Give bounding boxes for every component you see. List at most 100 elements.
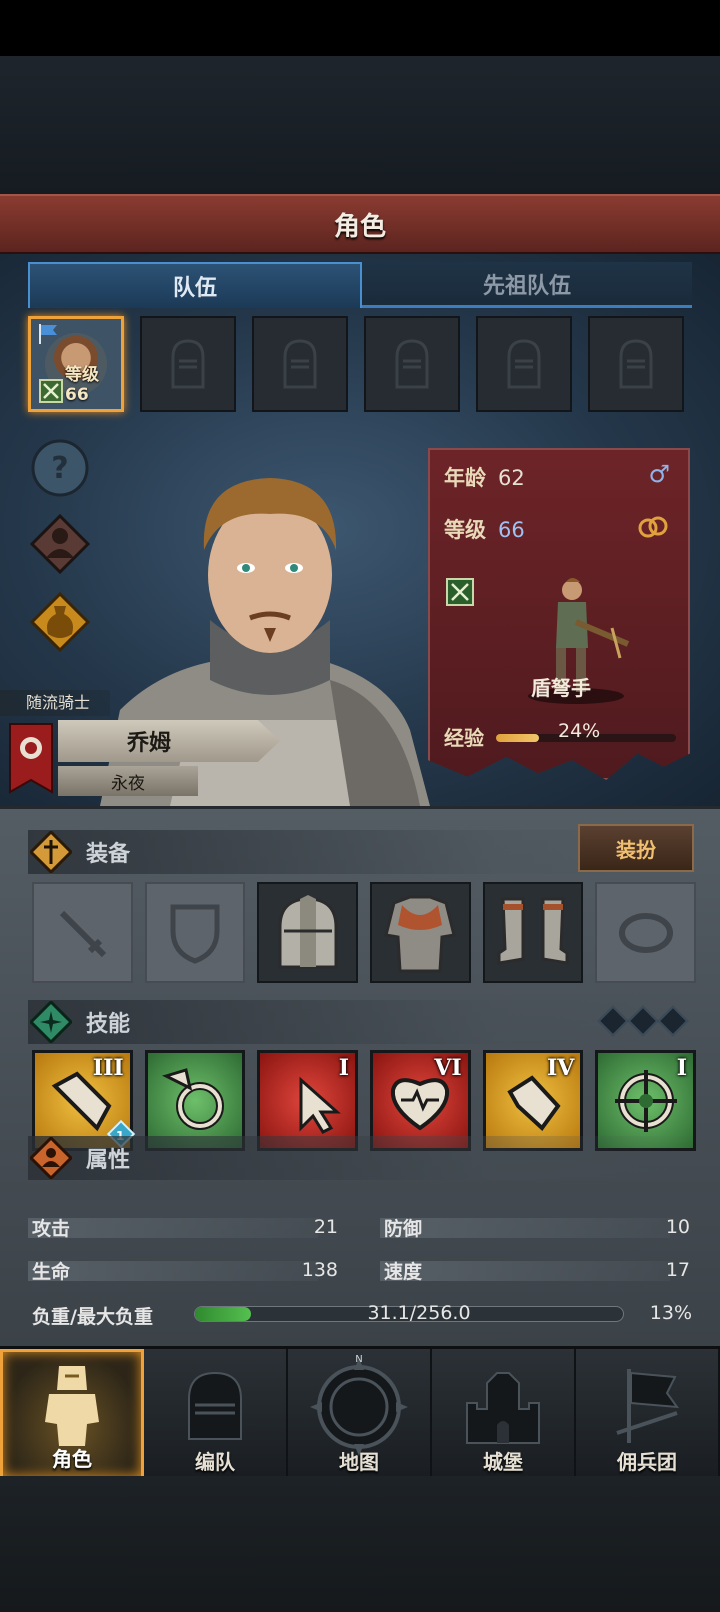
level-label: 等级 [444,518,486,542]
party-slot-4[interactable] [364,316,460,412]
armor-slot[interactable] [370,882,471,983]
hp-label: 生命 [32,1260,71,1283]
skill-rank: III [92,1055,124,1081]
helmet-slot[interactable] [257,882,359,983]
ring-slot[interactable] [595,882,697,983]
empty-slot-helmet-icon [507,339,541,389]
tab-party[interactable]: 队伍 [28,262,362,308]
party-slot-3[interactable] [252,316,348,412]
faction-plate: 永夜 [58,766,198,796]
empty-slot-helmet-icon [171,339,205,389]
nav-label: 佣兵团 [617,1450,677,1474]
nav-formation[interactable]: 编队 [144,1349,288,1479]
attack-row: 攻击 21 [28,1212,338,1242]
party-tabs: 队伍 先祖队伍 [28,262,692,308]
nav-character[interactable]: 角色 [0,1349,144,1479]
banner-icon [616,1369,680,1443]
speed-row-bg [380,1261,670,1281]
flag-icon [39,324,57,344]
skills-label: 技能 [86,1012,131,1037]
attributes-header: 属性 [28,1136,692,1180]
party-slot-1[interactable]: 等级66 [28,316,124,412]
nav-castle[interactable]: 城堡 [432,1349,576,1479]
skill-point-diamond [627,1005,659,1037]
faction-banner-icon [9,723,53,794]
skill-rank: I [338,1055,350,1081]
pointer-strike-icon [299,1076,341,1134]
helmet-icon [278,894,338,968]
empty-slot-helmet-icon [395,339,429,389]
target-icon [614,1069,677,1132]
speed-row: 速度 17 [380,1255,690,1285]
empty-slot-helmet-icon [619,339,653,389]
class-icon [446,578,474,606]
party-slot-2[interactable] [140,316,236,412]
bottom-nav: 角色 编队 N 地图 城堡 佣兵团 [0,1346,720,1479]
attributes-label: 属性 [86,1148,131,1173]
nav-label: 编队 [195,1450,235,1474]
svg-text:N: N [355,1354,362,1365]
equipment-section-icon [30,831,72,873]
boots-icon [497,897,569,965]
ring-icon [618,912,673,953]
help-icon[interactable]: ? [30,438,90,498]
nav-label: 角色 [52,1447,92,1471]
hp-row-bg [28,1261,318,1281]
age-row: 年龄 62 [444,462,525,492]
skill-point-diamond [597,1005,629,1037]
defense-row-bg [380,1218,670,1238]
defense-value: 10 [665,1216,690,1238]
skills-section-icon [30,1001,72,1043]
gender-male-icon: ♂ [648,460,670,488]
character-title: 随流骑士 [0,690,110,716]
attack-row-bg [28,1218,318,1238]
boots-slot[interactable] [482,882,584,983]
skill-rank: IV [546,1055,575,1081]
castle-icon [466,1372,540,1444]
helmet-icon [188,1371,242,1440]
party-slots: 等级66 [28,316,692,414]
page-title-bar: 角色 [0,194,720,254]
skill-points-indicator [597,1005,689,1037]
load-percent: 13% [649,1302,692,1324]
speed-label: 速度 [384,1260,423,1283]
class-name: 盾弩手 [531,676,591,700]
attack-value: 21 [313,1216,338,1238]
hp-value: 138 [301,1259,338,1281]
age-label: 年龄 [444,466,486,490]
character-name-plate: 乔姆 [58,720,280,762]
skill-rank: VI [434,1055,462,1081]
top-empty-area [0,56,720,194]
nav-map[interactable]: N 地图 [288,1349,432,1479]
party-slot-5[interactable] [476,316,572,412]
status-bar-area [0,0,720,56]
dress-up-button[interactable]: 装扮 [578,824,694,872]
weapon-slot[interactable] [32,882,133,983]
chainmail-armor-icon [384,895,457,972]
attributes-section-icon [30,1137,72,1179]
rings-icon[interactable] [636,514,670,540]
load-label: 负重/最大负重 [32,1306,153,1328]
faction-name: 永夜 [111,773,145,794]
empty-slot-helmet-icon [283,339,317,389]
party-slot-6[interactable] [588,316,684,412]
load-value: 31.1/256.0 [367,1302,471,1324]
nav-label: 城堡 [483,1450,523,1474]
character-sheet-icon[interactable] [30,514,90,574]
sword-icon [60,910,107,957]
potion-bag-icon[interactable] [30,592,90,652]
shield-icon [170,904,220,964]
level-value: 66 [498,518,525,542]
defense-row: 防御 10 [380,1212,690,1242]
knight-icon [45,1366,99,1446]
defense-label: 防御 [384,1217,423,1240]
load-row: 负重/最大负重 31.1/256.0 13% [28,1298,692,1330]
nav-mercenary[interactable]: 佣兵团 [576,1349,720,1479]
crosshair-shot-icon [161,1067,224,1130]
shield-slot[interactable] [144,882,246,983]
speed-value: 17 [665,1259,690,1281]
tab-ancestor-party[interactable]: 先祖队伍 [362,262,692,308]
exp-percent: 24% [558,720,601,742]
skill-point-diamond [657,1005,689,1037]
equipment-slots [32,882,697,984]
